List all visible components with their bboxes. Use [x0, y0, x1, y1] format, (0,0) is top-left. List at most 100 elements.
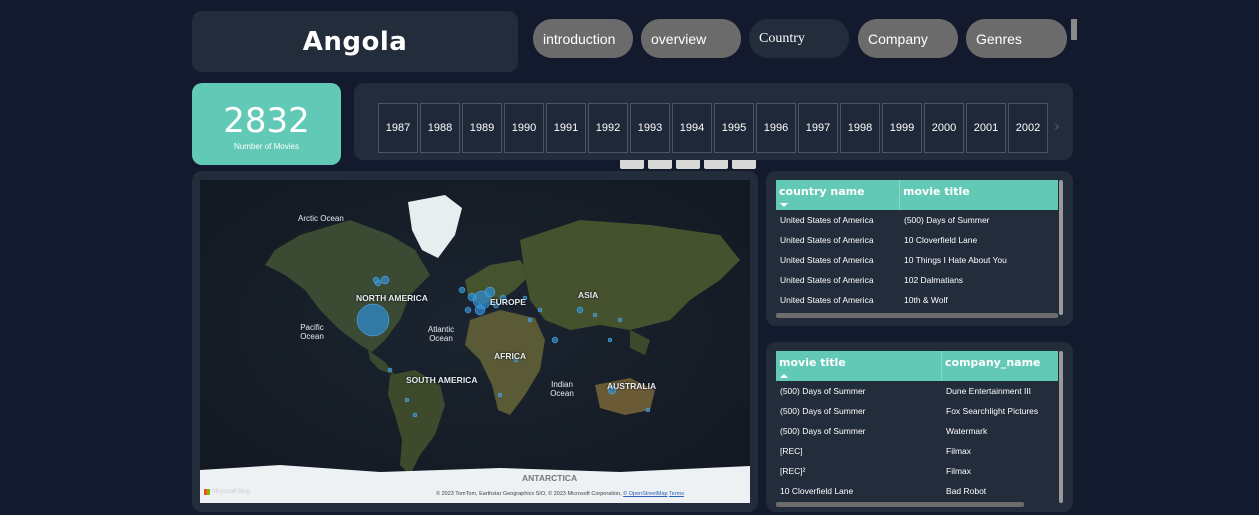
year-option[interactable]: 1991 — [546, 103, 586, 153]
year-option[interactable]: 2002 — [1008, 103, 1048, 153]
column-header-label: movie title — [903, 185, 970, 198]
column-header-movie[interactable]: movie title — [776, 351, 942, 381]
table-horizontal-scrollbar[interactable] — [776, 502, 1024, 507]
world-map[interactable]: Arctic Ocean NORTH AMERICA EUROPE ASIA P… — [200, 180, 750, 503]
table-row[interactable]: United States of America (500) Days of Su… — [776, 210, 1058, 230]
nav-country-button[interactable]: Country — [749, 19, 849, 58]
terms-link[interactable]: Terms — [669, 491, 684, 497]
table-row[interactable]: [REC]² Filmax — [776, 461, 1058, 481]
year-option[interactable]: 2000 — [924, 103, 964, 153]
nav-genres-button[interactable]: Genres — [966, 19, 1067, 58]
nav-scrollbar[interactable] — [1071, 19, 1077, 40]
map-label-asia: ASIA — [578, 290, 599, 300]
table-cell: 10th & Wolf — [904, 295, 948, 305]
filter-icon[interactable] — [620, 160, 644, 169]
table-cell: United States of America — [780, 235, 874, 245]
table-cell: [REC]² — [780, 466, 806, 476]
table-vertical-scrollbar[interactable] — [1059, 351, 1063, 503]
map-label-arctic: Arctic Ocean — [298, 214, 344, 223]
year-option[interactable]: 1988 — [420, 103, 460, 153]
table-row[interactable]: United States of America 102 Dalmatians — [776, 270, 1058, 290]
table-header: country name movie title — [776, 180, 1058, 210]
table-row[interactable]: United States of America 10 Things I Hate… — [776, 250, 1058, 270]
map-label-australia: AUSTRALIA — [607, 381, 657, 391]
table-vertical-scrollbar[interactable] — [1059, 180, 1063, 315]
year-slicer: 1987 1988 1989 1990 1991 1992 1993 1994 1995 1996… — [354, 83, 1073, 160]
table-row[interactable]: [REC] Filmax — [776, 441, 1058, 461]
movie-company-table: movie title company_name (500) Days of S… — [776, 351, 1058, 501]
year-option[interactable]: 1990 — [504, 103, 544, 153]
table-body: United States of America (500) Days of Su… — [776, 210, 1058, 310]
visual-toolbar — [620, 160, 760, 169]
bing-logo: Microsoft Bing — [204, 489, 250, 495]
page-title: Angola — [302, 26, 408, 57]
column-header-label: company_name — [945, 356, 1041, 369]
table-row[interactable]: 10 Cloverfield Lane Bad Robot — [776, 481, 1058, 501]
table-cell: (500) Days of Summer — [780, 386, 866, 396]
table-cell: 102 Dalmatians — [904, 275, 964, 285]
column-header-company[interactable]: company_name — [942, 351, 1058, 381]
column-header-label: movie title — [779, 356, 846, 369]
year-option[interactable]: 2001 — [966, 103, 1006, 153]
column-header-movie[interactable]: movie title — [900, 180, 1058, 210]
nav-label: Country — [759, 30, 805, 46]
table-cell: Filmax — [946, 446, 972, 456]
sort-desc-icon[interactable] — [780, 203, 788, 207]
map-label-atlantic: Atlantic Ocean — [427, 325, 455, 343]
table-cell: Bad Robot — [946, 486, 987, 496]
map-label-north-america: NORTH AMERICA — [356, 293, 428, 303]
year-list: 1987 1988 1989 1990 1991 1992 1993 1994 1995 1996… — [378, 103, 1050, 153]
table-row[interactable]: (500) Days of Summer Fox Searchlight Pict… — [776, 401, 1058, 421]
nav-company-button[interactable]: Company — [858, 19, 958, 58]
year-option[interactable]: 1992 — [588, 103, 628, 153]
year-option[interactable]: 1996 — [756, 103, 796, 153]
nav-label: introduction — [543, 30, 616, 47]
country-title-card: Angola — [192, 11, 518, 72]
nav-overview-button[interactable]: overview — [641, 19, 741, 58]
table-cell: 10 Things I Hate About You — [904, 255, 1007, 265]
table-row[interactable]: (500) Days of Summer Watermark — [776, 421, 1058, 441]
nav-label: Genres — [976, 30, 1022, 47]
map-label-europe: EUROPE — [490, 297, 526, 307]
column-header-country[interactable]: country name — [776, 180, 900, 210]
kpi-label: Number of Movies — [234, 141, 299, 151]
year-option[interactable]: 1997 — [798, 103, 838, 153]
expand-icon[interactable] — [676, 160, 700, 169]
table-cell: Watermark — [946, 426, 988, 436]
year-option[interactable]: 1994 — [672, 103, 712, 153]
year-option[interactable]: 1998 — [840, 103, 880, 153]
copyright-text: © 2023 TomTom, Earthstar Geographics SIO… — [436, 491, 622, 497]
table-row[interactable]: (500) Days of Summer Dune Entertainment I… — [776, 381, 1058, 401]
map-label-pacific: Pacific Ocean — [300, 323, 324, 341]
map-label-south-america: SOUTH AMERICA — [406, 375, 478, 385]
sort-asc-icon[interactable] — [780, 374, 788, 378]
table-row[interactable]: United States of America 10 Cloverfield L… — [776, 230, 1058, 250]
nav-label: overview — [651, 30, 707, 47]
chevron-right-icon[interactable]: › — [1054, 119, 1060, 135]
year-option[interactable]: 1987 — [378, 103, 418, 153]
table-cell: Dune Entertainment III — [946, 386, 1032, 396]
table-cell: Filmax — [946, 466, 972, 476]
drill-icon[interactable] — [648, 160, 672, 169]
more-options-icon[interactable] — [732, 160, 756, 169]
table-row[interactable]: United States of America 10th & Wolf — [776, 290, 1058, 310]
osm-link[interactable]: © OpenStreetMap — [623, 491, 667, 497]
map-copyright: © 2023 TomTom, Earthstar Geographics SIO… — [436, 491, 684, 497]
table-header: movie title company_name — [776, 351, 1058, 381]
table-cell: 10 Cloverfield Lane — [780, 486, 854, 496]
table-body: (500) Days of Summer Dune Entertainment I… — [776, 381, 1058, 501]
table-cell: 10 Cloverfield Lane — [904, 235, 978, 245]
year-option[interactable]: 1999 — [882, 103, 922, 153]
year-option[interactable]: 1995 — [714, 103, 754, 153]
year-option[interactable]: 1993 — [630, 103, 670, 153]
map-label-antarctica: ANTARCTICA — [522, 473, 578, 483]
table-cell: Fox Searchlight Pictures — [946, 406, 1039, 416]
microsoft-logo-icon — [204, 489, 210, 495]
table-cell: United States of America — [780, 295, 874, 305]
table-horizontal-scrollbar[interactable] — [776, 313, 1058, 318]
year-option[interactable]: 1989 — [462, 103, 502, 153]
country-movie-table: country name movie title United States o… — [776, 180, 1058, 310]
nav-introduction-button[interactable]: introduction — [533, 19, 633, 58]
map-label-africa: AFRICA — [494, 351, 527, 361]
focus-mode-icon[interactable] — [704, 160, 728, 169]
